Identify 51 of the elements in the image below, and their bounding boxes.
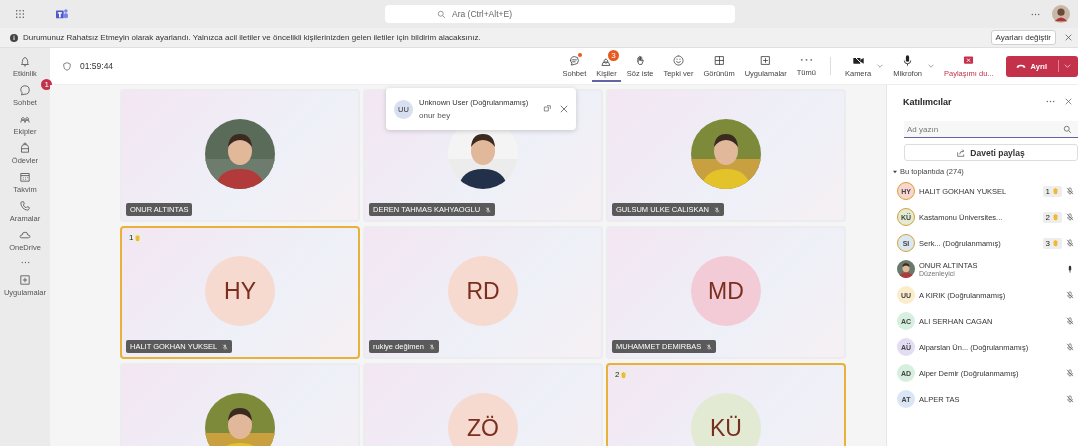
share-invite-button[interactable]: Daveti paylaş <box>904 144 1078 161</box>
chat-icon <box>18 83 32 97</box>
teams-logo-icon[interactable] <box>55 8 69 20</box>
search-icon <box>1063 124 1072 134</box>
user-avatar[interactable] <box>1052 5 1070 23</box>
more-icon[interactable] <box>1046 100 1055 103</box>
initials-avatar: MD <box>691 256 761 326</box>
apps-icon <box>759 53 773 67</box>
initials-avatar: HY <box>205 256 275 326</box>
phone-hangup-icon <box>1015 63 1026 69</box>
notice-text: Durumunuz Rahatsız Etmeyin olarak ayarlandı. Yalnızca acil iletiler ve öncelikli kişilerinizden gelen iletiler için bildirim alacaksınız. <box>23 33 481 42</box>
search-field[interactable]: Ara (Ctrl+Alt+E) <box>385 5 735 23</box>
more-icon[interactable] <box>20 261 30 264</box>
caret-icon <box>1064 64 1071 68</box>
shield-icon <box>63 61 71 71</box>
count-badge: 3 <box>608 49 619 61</box>
raised-hand-badge: 2 <box>612 369 631 380</box>
share-icon <box>957 148 966 157</box>
hand-icon <box>620 370 628 379</box>
calendar-icon <box>18 170 32 184</box>
grid-icon <box>712 53 726 67</box>
backpack-icon <box>18 141 32 155</box>
smiley-icon <box>671 53 685 67</box>
apps-icon <box>18 273 32 287</box>
popup-message: onur bey <box>419 111 452 120</box>
app-grid-icon[interactable] <box>15 9 25 19</box>
hand-icon <box>1052 213 1059 221</box>
search-field[interactable]: Ad yazın <box>904 121 1078 138</box>
panel-title: Katılımcılar <box>903 96 952 107</box>
info-icon <box>10 33 18 42</box>
hand-icon <box>134 233 142 242</box>
initials-avatar: ZÖ <box>448 393 518 446</box>
initials-avatar: RD <box>448 256 518 326</box>
search-icon <box>437 9 446 19</box>
phone-icon <box>18 199 32 213</box>
more-icon <box>799 58 813 62</box>
bell-icon <box>18 54 32 68</box>
meeting-timer: 01:59:44 <box>80 61 114 71</box>
hand-icon <box>1052 187 1059 195</box>
chat-icon <box>567 53 581 67</box>
caret-icon <box>893 169 897 174</box>
change-settings-button[interactable]: Ayarları değiştir <box>990 30 1056 45</box>
close-icon[interactable] <box>1065 34 1072 41</box>
raised-hand-badge: 1 <box>1042 185 1062 197</box>
close-icon[interactable] <box>1065 98 1072 105</box>
raised-hand-badge: 2 <box>1042 211 1062 223</box>
hand-icon <box>1052 239 1059 247</box>
raised-hand-badge: 3 <box>1042 237 1062 249</box>
more-icon[interactable] <box>1031 12 1040 16</box>
initials-avatar: KÜ <box>691 393 761 446</box>
raised-hand-badge: 1 <box>126 232 145 243</box>
